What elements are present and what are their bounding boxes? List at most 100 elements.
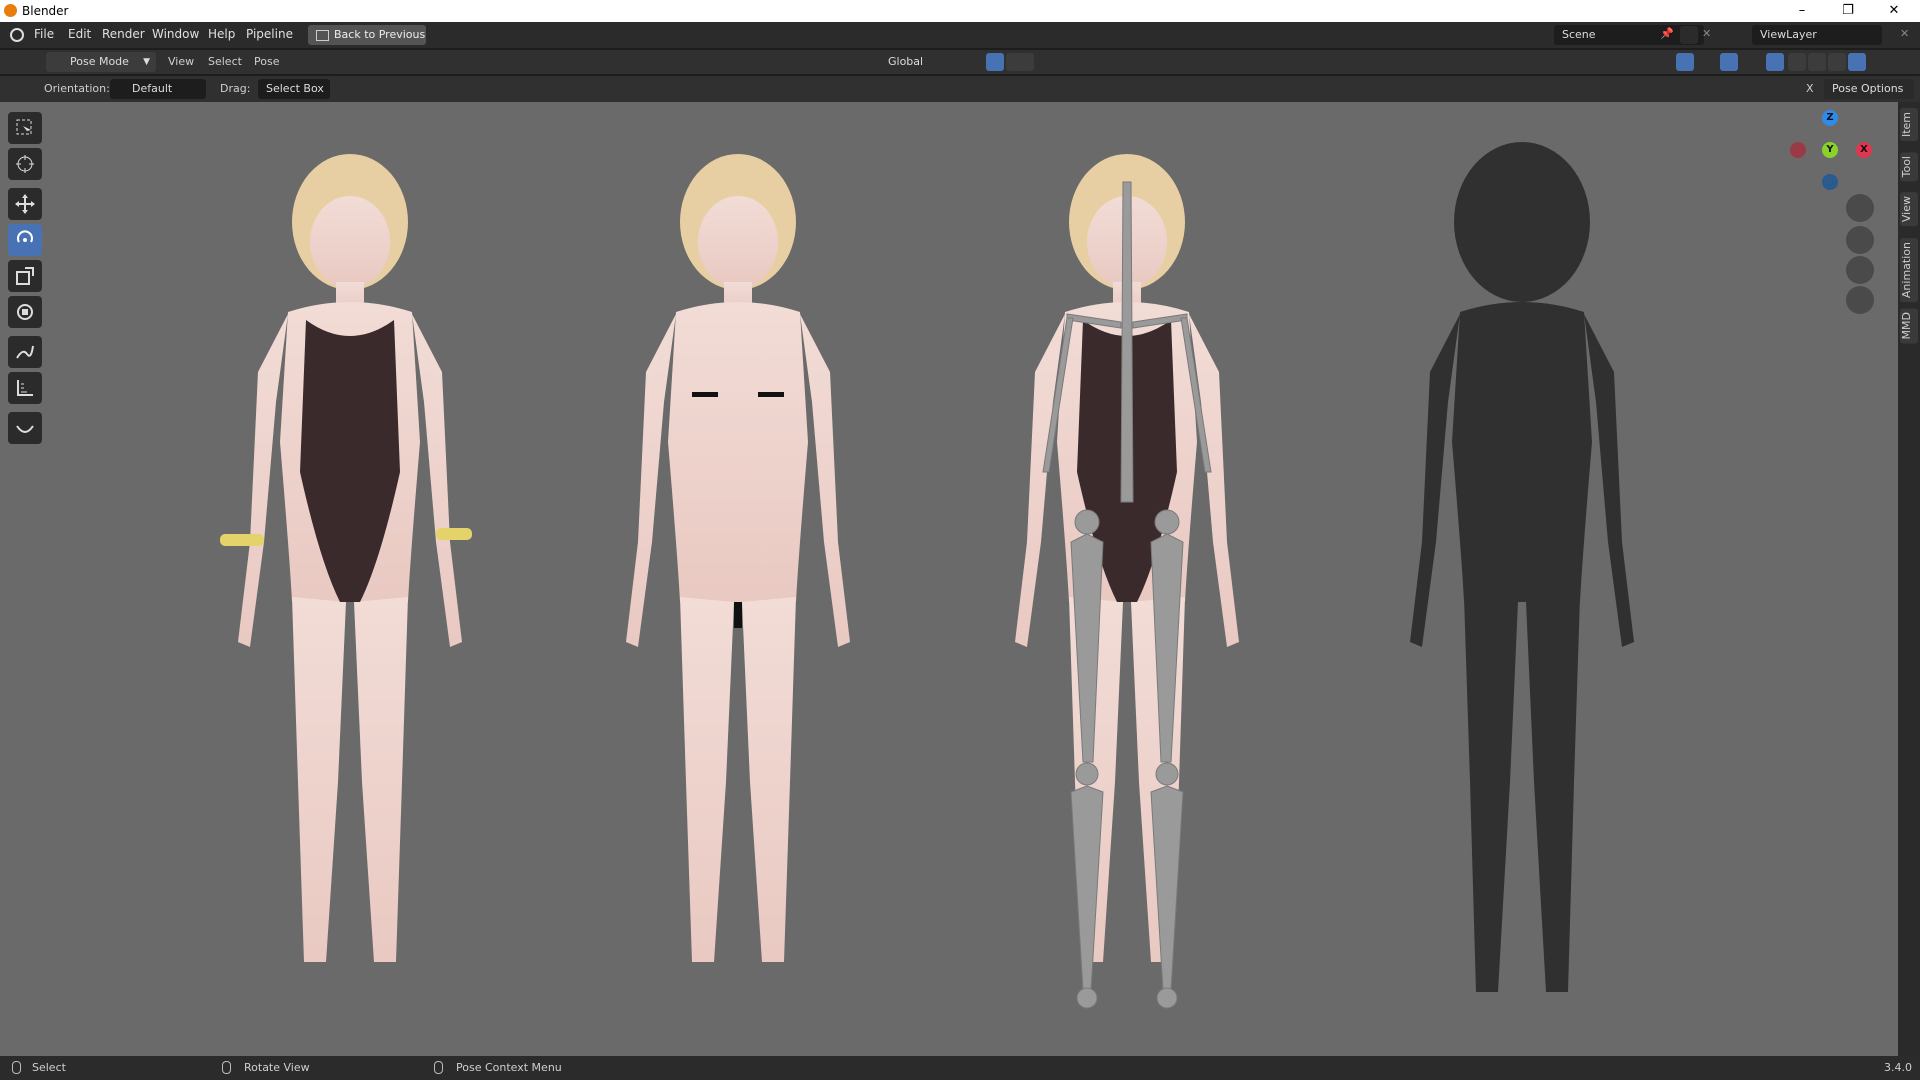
drag-label: Drag: [220, 82, 251, 95]
new-scene-icon[interactable] [1680, 26, 1698, 44]
camera-view-icon[interactable] [1846, 256, 1874, 284]
tab-view[interactable]: View [1900, 192, 1918, 227]
relax-icon [16, 425, 34, 433]
blender-menu-icon[interactable] [10, 28, 24, 42]
3d-viewport[interactable]: Z Y X Item Tool View Animation MMD [0, 102, 1920, 1056]
status-bar: Select Rotate View Pose Context Menu 3.4… [0, 1056, 1920, 1080]
rotate-icon [17, 230, 33, 243]
blender-logo-icon [4, 4, 17, 17]
snap-toggle-icon[interactable] [986, 53, 1004, 71]
pivot-point-icon[interactable] [950, 53, 976, 71]
sidebar-tabs: Item Tool View Animation MMD [1898, 102, 1920, 1056]
tab-tool[interactable]: Tool [1900, 152, 1918, 182]
gizmo-dropdown-icon[interactable] [1696, 53, 1710, 71]
status-middle-action: Rotate View [244, 1061, 310, 1074]
mode-dropdown[interactable]: Pose Mode ▼ [46, 52, 156, 72]
viewport-header: Pose Mode ▼ View Select Pose Global [0, 50, 1920, 74]
pose-options-dropdown[interactable]: Pose Options [1824, 79, 1914, 99]
scale-icon [16, 267, 34, 285]
menu-select[interactable]: Select [208, 55, 242, 68]
menu-pose[interactable]: Pose [254, 55, 279, 68]
measure-tool[interactable] [8, 372, 42, 404]
gizmo-neg-x-axis[interactable] [1790, 142, 1806, 158]
window-title: Blender [22, 4, 69, 18]
status-right-action: Pose Context Menu [456, 1061, 562, 1074]
cursor-tool[interactable] [8, 148, 42, 180]
move-icon [15, 194, 35, 214]
select-box-icon [16, 119, 32, 135]
menu-pipeline[interactable]: Pipeline [246, 27, 293, 41]
annotate-icon [16, 345, 34, 359]
move-tool[interactable] [8, 188, 42, 220]
pin-icon[interactable]: 📌 [1660, 27, 1674, 40]
orientation-label: Orientation: [44, 82, 110, 95]
status-left-action: Select [32, 1061, 66, 1074]
top-menubar: File Edit Render Window Help Pipeline Ba… [0, 22, 1920, 48]
gizmo-neg-z-axis[interactable] [1822, 174, 1838, 190]
annotate-tool[interactable] [8, 336, 42, 368]
measure-icon [17, 380, 33, 396]
ortho-grid-icon[interactable] [1846, 286, 1874, 314]
xray-toggle-icon[interactable] [1766, 53, 1784, 71]
mouse-right-icon [434, 1061, 443, 1074]
shading-dropdown-icon[interactable] [1872, 53, 1886, 71]
orientation-dropdown[interactable]: Default [110, 79, 206, 99]
window-titlebar: Blender – ❐ ✕ [0, 0, 1920, 22]
scale-tool[interactable] [8, 260, 42, 292]
transform-tool[interactable] [8, 296, 42, 328]
tab-animation[interactable]: Animation [1900, 238, 1918, 303]
figure-swimsuit [220, 154, 472, 962]
relax-tool[interactable] [8, 412, 42, 444]
chevron-down-icon: ▼ [143, 57, 150, 67]
cursor-icon [16, 155, 34, 173]
gizmo-y-axis[interactable]: Y [1822, 142, 1838, 158]
gizmo-z-axis[interactable]: Z [1822, 110, 1838, 126]
shading-material-icon[interactable] [1828, 53, 1846, 71]
mirror-icon[interactable] [1782, 80, 1800, 98]
tab-item[interactable]: Item [1900, 108, 1918, 142]
mirror-x-toggle[interactable]: X [1806, 82, 1814, 95]
minimize-button[interactable]: – [1780, 0, 1824, 22]
rotate-tool[interactable] [8, 224, 42, 256]
figure-base [626, 154, 850, 962]
menu-help[interactable]: Help [208, 27, 235, 41]
shading-solid-icon[interactable] [1808, 53, 1826, 71]
viewport-scene [220, 142, 1634, 1009]
viewlayer-selector-icon[interactable] [1722, 26, 1750, 44]
delete-viewlayer-icon[interactable]: ✕ [1900, 27, 1909, 40]
menu-edit[interactable]: Edit [68, 27, 91, 41]
transform-icon [17, 304, 33, 320]
menu-view[interactable]: View [168, 55, 194, 68]
tab-mmd[interactable]: MMD [1900, 308, 1918, 344]
menu-file[interactable]: File [34, 27, 54, 41]
scene-selector-icon[interactable] [1524, 26, 1552, 44]
shading-wireframe-icon[interactable] [1788, 53, 1806, 71]
viewlayer-name-field[interactable]: ViewLayer [1752, 25, 1882, 45]
figure-rigged [1015, 154, 1239, 1009]
zoom-icon[interactable] [1846, 194, 1874, 222]
overlay-dropdown-icon[interactable] [1740, 53, 1754, 71]
shading-rendered-icon[interactable] [1848, 53, 1866, 71]
back-to-previous-button[interactable]: Back to Previous [308, 25, 426, 45]
select-box-tool[interactable] [8, 112, 42, 144]
gizmo-x-axis[interactable]: X [1856, 142, 1872, 158]
close-button[interactable]: ✕ [1872, 0, 1916, 22]
menu-render[interactable]: Render [102, 27, 145, 41]
maximize-button[interactable]: ❐ [1826, 0, 1870, 22]
pan-hand-icon[interactable] [1846, 226, 1874, 254]
snap-target-icon[interactable] [1006, 53, 1034, 71]
drag-dropdown[interactable]: Select Box [258, 79, 330, 99]
screen-icon [316, 30, 329, 41]
overlay-toggle-icon[interactable] [1720, 53, 1738, 71]
menu-window[interactable]: Window [152, 27, 199, 41]
editor-type-icon[interactable] [8, 53, 38, 71]
maximize-area-icon[interactable] [1894, 53, 1912, 71]
version-label: 3.4.0 [1884, 1061, 1912, 1074]
visibility-icon[interactable] [1640, 53, 1668, 71]
tool-settings-header: Orientation: Default Drag: Select Box X … [0, 76, 1920, 102]
figure-wireframe [1410, 142, 1634, 992]
mouse-middle-icon [222, 1061, 231, 1074]
transform-orientation-dropdown[interactable]: Global [866, 52, 942, 72]
gizmo-toggle-icon[interactable] [1676, 53, 1694, 71]
delete-scene-icon[interactable]: ✕ [1702, 27, 1711, 40]
